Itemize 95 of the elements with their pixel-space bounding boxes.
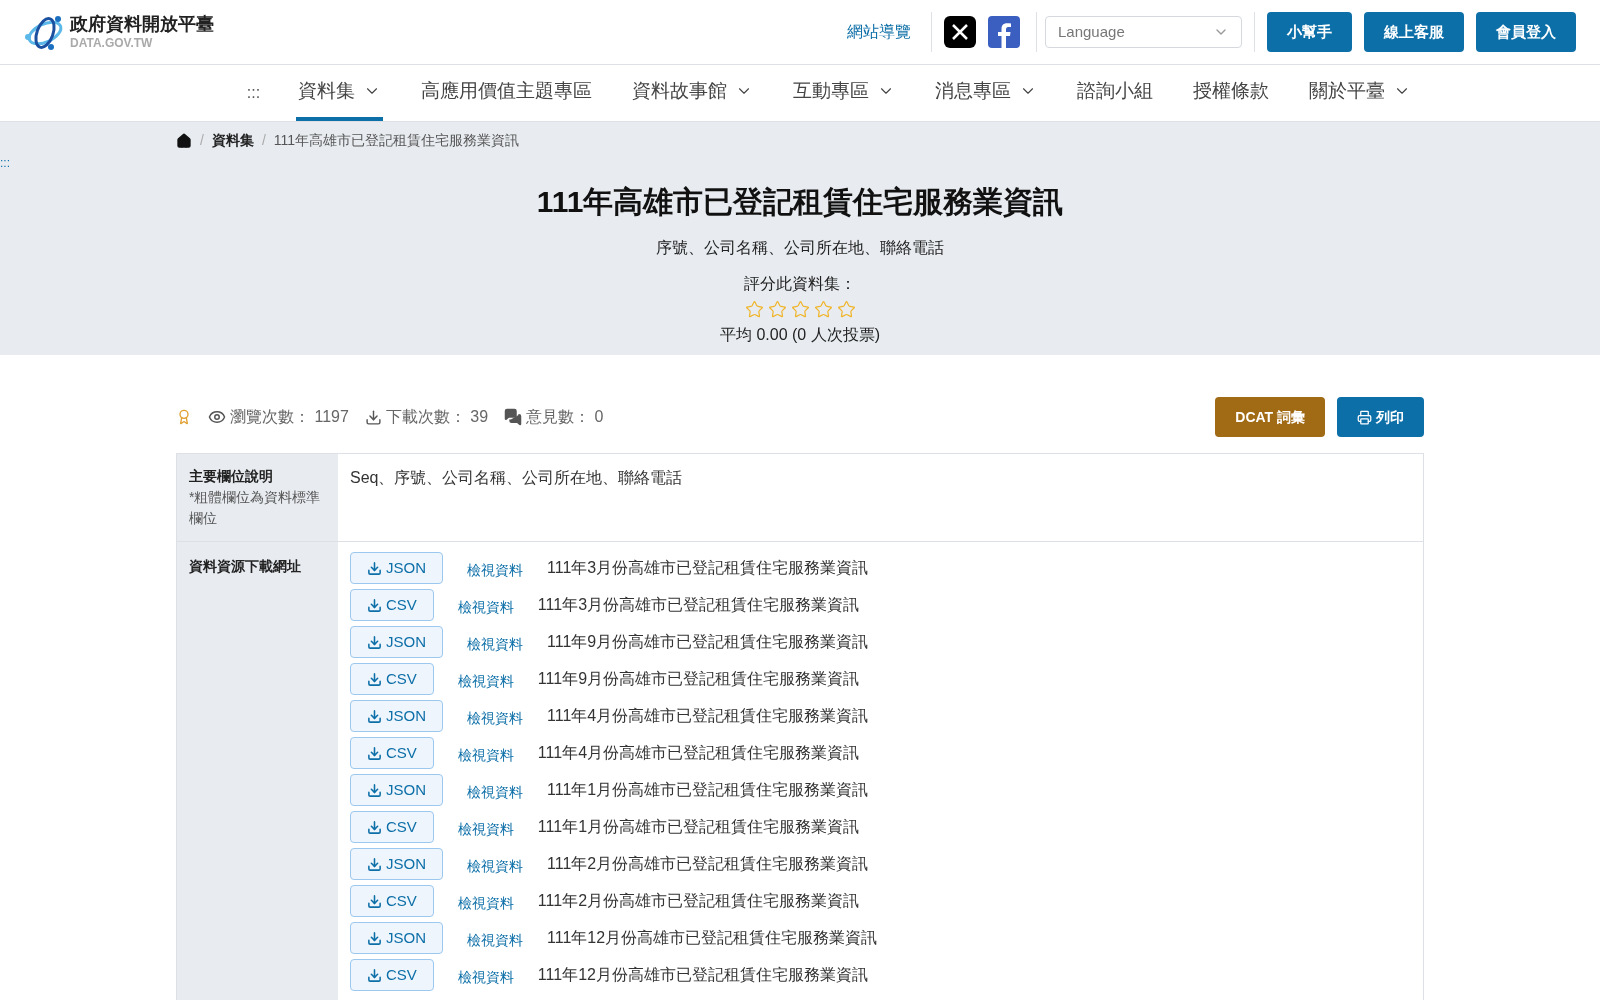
download-icon bbox=[367, 745, 382, 761]
view-data-link[interactable]: 檢視資料 bbox=[467, 633, 523, 655]
x-icon[interactable] bbox=[944, 16, 976, 48]
star-icon[interactable] bbox=[767, 300, 787, 319]
star-icon[interactable] bbox=[790, 300, 810, 319]
field-value: Seq、序號、公司名稱、公司所在地、聯絡電話 bbox=[350, 469, 683, 486]
view-data-link[interactable]: 檢視資料 bbox=[467, 855, 523, 877]
download-icon bbox=[367, 782, 382, 798]
view-data-link[interactable]: 檢視資料 bbox=[457, 966, 514, 988]
breadcrumb-link[interactable]: 資料集 bbox=[211, 130, 254, 151]
download-icon bbox=[367, 819, 382, 835]
view-data-link[interactable]: 檢視資料 bbox=[457, 818, 514, 840]
view-data-link[interactable]: 檢視資料 bbox=[467, 707, 523, 729]
resource-name: 111年4月份高雄市已登記租賃住宅服務業資訊 bbox=[537, 743, 860, 763]
dataset-title: 111年高雄市已登記租賃住宅服務業資訊 bbox=[536, 184, 1064, 220]
view-data-link[interactable]: 檢視資料 bbox=[457, 596, 514, 618]
download-button[interactable]: JSON bbox=[350, 626, 443, 658]
rating-label: 評分此資料集： bbox=[744, 274, 856, 294]
download-button[interactable]: JSON bbox=[350, 848, 443, 880]
download-button[interactable]: CSV bbox=[350, 589, 434, 621]
download-button[interactable]: JSON bbox=[350, 552, 443, 584]
stat-text: 意見數： 0 bbox=[526, 407, 604, 427]
download-icon bbox=[367, 597, 382, 613]
field-note: *粗體欄位為資料標準欄位 bbox=[189, 488, 322, 528]
facebook-icon[interactable] bbox=[988, 16, 1020, 48]
nav-tab[interactable]: 消息專區 bbox=[933, 65, 1040, 121]
resource-name: 111年9月份高雄市已登記租賃住宅服務業資訊 bbox=[547, 632, 869, 652]
download-button[interactable]: CSV bbox=[350, 663, 434, 695]
skip-link[interactable]: ::: bbox=[0, 154, 10, 172]
stat-text: 下載次數： 39 bbox=[385, 407, 489, 427]
print-button[interactable]: 列印 bbox=[1337, 397, 1424, 437]
star-rating[interactable] bbox=[744, 300, 856, 319]
resource-name: 111年9月份高雄市已登記租賃住宅服務業資訊 bbox=[537, 669, 860, 689]
resource-name: 111年3月份高雄市已登記租賃住宅服務業資訊 bbox=[537, 595, 860, 615]
download-button[interactable]: CSV bbox=[350, 811, 434, 843]
sitemap-link[interactable]: 網站導覽 bbox=[835, 20, 923, 44]
download-icon bbox=[367, 671, 382, 687]
download-icon bbox=[367, 930, 382, 946]
header-button[interactable]: 會員登入 bbox=[1476, 12, 1576, 52]
menu-glyph[interactable]: ::: bbox=[246, 81, 261, 105]
view-data-link[interactable]: 檢視資料 bbox=[467, 929, 523, 951]
dataset-description: 序號、公司名稱、公司所在地、聯絡電話 bbox=[656, 238, 944, 258]
resource-name: 111年1月份高雄市已登記租賃住宅服務業資訊 bbox=[547, 780, 869, 800]
resource-name: 111年1月份高雄市已登記租賃住宅服務業資訊 bbox=[537, 817, 860, 837]
nav-tab[interactable]: 資料故事館 bbox=[630, 65, 756, 121]
language-select[interactable]: Language bbox=[1045, 16, 1242, 48]
breadcrumb-separator: / bbox=[200, 131, 204, 150]
home-icon[interactable] bbox=[176, 132, 192, 149]
nav-tab[interactable]: 授權條款 bbox=[1191, 65, 1272, 121]
download-button[interactable]: JSON bbox=[350, 922, 443, 954]
download-icon bbox=[367, 560, 382, 576]
download-button[interactable]: CSV bbox=[350, 959, 434, 991]
download-icon bbox=[367, 856, 382, 872]
nav-tab[interactable]: 諮詢小組 bbox=[1075, 65, 1156, 121]
eye-icon bbox=[208, 408, 226, 426]
download-icon bbox=[367, 708, 382, 724]
field-label: 主要欄位說明 bbox=[189, 467, 274, 486]
breadcrumb-current: 111年高雄市已登記租賃住宅服務業資訊 bbox=[273, 131, 520, 150]
resource-name: 111年12月份高雄市已登記租賃住宅服務業資訊 bbox=[547, 928, 878, 948]
download-button[interactable]: JSON bbox=[350, 774, 443, 806]
field-label: 資料資源下載網址 bbox=[189, 558, 301, 574]
site-subtitle: DATA.GOV.TW bbox=[70, 35, 154, 51]
view-data-link[interactable]: 檢視資料 bbox=[457, 892, 514, 914]
star-icon[interactable] bbox=[744, 300, 764, 319]
printer-icon bbox=[1357, 409, 1372, 425]
nav-tab[interactable]: 高應用價值主題專區 bbox=[419, 65, 595, 121]
resource-name: 111年2月份高雄市已登記租賃住宅服務業資訊 bbox=[547, 854, 869, 874]
star-icon[interactable] bbox=[813, 300, 833, 319]
view-data-link[interactable]: 檢視資料 bbox=[457, 670, 514, 692]
download-button[interactable]: CSV bbox=[350, 885, 434, 917]
chat-icon bbox=[504, 408, 523, 426]
nav-tab[interactable]: 互動專區 bbox=[791, 65, 898, 121]
view-data-link[interactable]: 檢視資料 bbox=[467, 781, 523, 803]
resource-name: 111年2月份高雄市已登記租賃住宅服務業資訊 bbox=[537, 891, 860, 911]
download-icon bbox=[367, 893, 382, 909]
award-icon bbox=[176, 409, 192, 425]
resource-name: 111年4月份高雄市已登記租賃住宅服務業資訊 bbox=[547, 706, 869, 726]
site-title: 政府資料開放平臺 bbox=[70, 13, 214, 36]
nav-tab[interactable]: 關於平臺 bbox=[1307, 65, 1414, 121]
breadcrumb-separator: / bbox=[261, 131, 266, 150]
stat-text: 瀏覽次數： 1197 bbox=[230, 407, 349, 427]
view-data-link[interactable]: 檢視資料 bbox=[457, 744, 514, 766]
rating-average: 平均 0.00 (0 人次投票) bbox=[720, 325, 880, 345]
resource-name: 111年12月份高雄市已登記租賃住宅服務業資訊 bbox=[537, 965, 868, 985]
download-icon bbox=[367, 634, 382, 650]
star-icon[interactable] bbox=[836, 300, 856, 319]
dcat-button[interactable]: DCAT 詞彙 bbox=[1215, 397, 1325, 437]
download-icon bbox=[367, 967, 382, 983]
download-button[interactable]: JSON bbox=[350, 700, 443, 732]
resource-name: 111年3月份高雄市已登記租賃住宅服務業資訊 bbox=[547, 558, 869, 578]
view-data-link[interactable]: 檢視資料 bbox=[467, 559, 523, 581]
download-button[interactable]: CSV bbox=[350, 737, 434, 769]
download-icon bbox=[364, 408, 382, 426]
header-button[interactable]: 線上客服 bbox=[1364, 12, 1464, 52]
header-button[interactable]: 小幫手 bbox=[1267, 12, 1352, 52]
